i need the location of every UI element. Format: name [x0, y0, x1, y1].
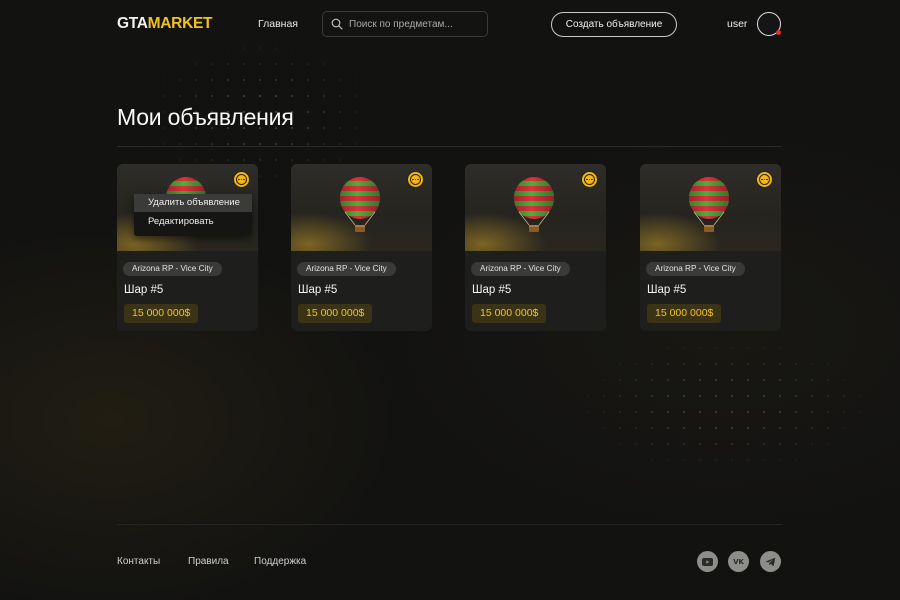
footer-link-support[interactable]: Поддержка: [254, 556, 306, 567]
more-options-ring: [584, 174, 595, 185]
server-badge: Arizona RP - Vice City: [297, 262, 396, 276]
nav-home-link[interactable]: Главная: [258, 18, 298, 30]
vk-glyph: VK: [733, 557, 744, 566]
price-badge: 15 000 000$: [124, 304, 199, 323]
more-options-ring: [236, 174, 247, 185]
listing-card[interactable]: Arizona RP - Vice City Шар #5 15 000 000…: [465, 164, 606, 331]
telegram-icon[interactable]: [760, 551, 781, 572]
header: GTAMARKET Главная Создать объявление use…: [117, 10, 782, 38]
footer-link-contacts[interactable]: Контакты: [117, 556, 160, 567]
create-listing-button[interactable]: Создать объявление: [551, 12, 677, 37]
delete-listing-option[interactable]: Удалить объявление: [134, 194, 252, 212]
listing-card[interactable]: Arizona RP - Vice City Шар #5 15 000 000…: [291, 164, 432, 331]
footer-link-rules[interactable]: Правила: [188, 556, 229, 567]
notification-dot: [776, 30, 781, 35]
avatar[interactable]: [757, 12, 781, 36]
more-options-icon[interactable]: [756, 171, 773, 188]
telegram-glyph: [765, 557, 776, 566]
more-options-icon[interactable]: [407, 171, 424, 188]
youtube-icon[interactable]: [697, 551, 718, 572]
search-box[interactable]: [322, 11, 488, 37]
balloon-image: [689, 177, 729, 232]
balloon-icon: [510, 177, 558, 242]
youtube-glyph: [702, 557, 713, 566]
more-options-ring: [759, 174, 770, 185]
server-badge: Arizona RP - Vice City: [123, 262, 222, 276]
balloon-image: [340, 177, 380, 232]
search-icon: [331, 18, 343, 30]
item-name: Шар #5: [124, 284, 164, 296]
balloon-image: [514, 177, 554, 232]
vk-icon[interactable]: VK: [728, 551, 749, 572]
price-badge: 15 000 000$: [472, 304, 547, 323]
more-options-icon[interactable]: [581, 171, 598, 188]
item-name: Шар #5: [298, 284, 338, 296]
footer-divider: [117, 524, 782, 525]
listing-card[interactable]: Arizona RP - Vice City Шар #5 15 000 000…: [117, 164, 258, 331]
logo-part1: GTA: [117, 15, 148, 32]
price-badge: 15 000 000$: [647, 304, 722, 323]
page-title: Мои объявления: [117, 104, 294, 130]
logo-part2: MARKET: [147, 15, 213, 32]
more-options-icon[interactable]: [233, 171, 250, 188]
item-name: Шар #5: [647, 284, 687, 296]
title-divider: [117, 146, 782, 147]
listing-context-menu: Удалить объявление Редактировать: [134, 194, 252, 236]
server-badge: Arizona RP - Vice City: [471, 262, 570, 276]
more-options-ring: [410, 174, 421, 185]
logo[interactable]: GTAMARKET: [117, 15, 212, 33]
balloon-icon: [685, 177, 733, 242]
listing-card[interactable]: Arizona RP - Vice City Шар #5 15 000 000…: [640, 164, 781, 331]
item-name: Шар #5: [472, 284, 512, 296]
server-badge: Arizona RP - Vice City: [646, 262, 745, 276]
search-input[interactable]: [349, 18, 479, 30]
username[interactable]: user: [727, 18, 747, 30]
balloon-icon: [336, 177, 384, 242]
price-badge: 15 000 000$: [298, 304, 373, 323]
edit-listing-option[interactable]: Редактировать: [134, 213, 252, 231]
